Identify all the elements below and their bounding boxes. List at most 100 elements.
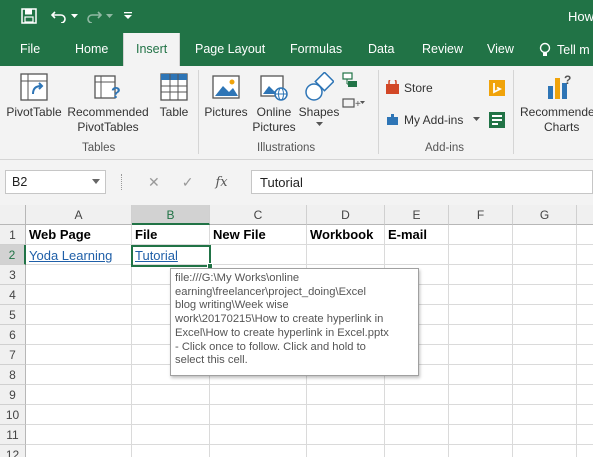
my-addins-label: My Add-ins [404,112,464,127]
insert-function-icon[interactable]: fx [215,175,227,190]
active-cell-border [131,245,211,267]
tell-me-label: Tell m [557,42,590,57]
save-icon[interactable] [18,6,40,26]
group-separator [378,70,379,154]
row-header-6[interactable]: 6 [0,325,26,345]
recommended-pivottables-label-2: PivotTables [77,120,139,134]
row-header-3[interactable]: 3 [0,265,26,285]
pivottable-button[interactable]: PivotTable [4,72,64,120]
row-header-1[interactable]: 1 [0,225,26,245]
redo-dropdown-icon[interactable] [104,6,114,26]
shapes-button[interactable]: Shapes [297,72,341,127]
name-box-dropdown-icon[interactable] [92,179,100,184]
people-graph-icon [489,112,505,128]
tooltip-line: Excel\How to create hyperlink in Excel.p… [175,326,389,339]
pivottable-icon [20,73,48,101]
column-header-h[interactable] [577,205,593,225]
column-header-a[interactable]: A [26,205,132,225]
tab-insert[interactable]: Insert [123,33,181,66]
store-icon [386,80,399,94]
row-header-9[interactable]: 9 [0,385,26,405]
svg-text:+: + [355,99,361,110]
smartart-button[interactable] [342,72,358,88]
cell-e1[interactable]: E-mail [385,225,427,245]
column-header-d[interactable]: D [307,205,385,225]
pictures-button[interactable]: Pictures [202,72,250,120]
addins-group-label: Add-ins [425,142,464,154]
name-box[interactable]: B2 [5,170,106,194]
gridline [512,225,513,457]
bing-icon [489,80,505,96]
row-header-10[interactable]: 10 [0,405,26,425]
recommended-charts-button[interactable]: ? Recommende Charts [518,72,593,135]
formula-bar-grip[interactable] [121,174,123,190]
svg-text:?: ? [564,73,571,87]
row-header-5[interactable]: 5 [0,305,26,325]
lightbulb-icon [539,42,551,56]
redo-icon[interactable] [85,6,103,26]
customize-qat-icon[interactable] [122,6,134,26]
gridline [26,404,593,405]
online-pictures-button[interactable]: Online Pictures [251,72,297,135]
tab-file[interactable]: File [18,33,42,66]
cell-a2-hyperlink[interactable]: Yoda Learning [26,246,112,266]
online-pictures-label-1: Online [256,105,292,119]
my-addins-button[interactable]: My Add-ins [385,112,481,127]
recommended-charts-label-1: Recommende [520,105,593,119]
bing-maps-button[interactable] [489,80,505,96]
row-header-11[interactable]: 11 [0,425,26,445]
tab-view[interactable]: View [485,33,516,66]
tooltip-line: earning\freelancer\project_doing\Excel [175,285,366,298]
cancel-icon[interactable]: ✕ [148,174,160,191]
column-header-b[interactable]: B [132,205,210,225]
table-icon [160,73,188,101]
ribbon-insert: PivotTable ? Recommended PivotTables Tab… [0,66,593,160]
column-header-f[interactable]: F [449,205,513,225]
row-header-2[interactable]: 2 [0,245,26,265]
column-header-g[interactable]: G [513,205,577,225]
row-header-8[interactable]: 8 [0,365,26,385]
online-pictures-icon [260,75,288,101]
gridline [26,384,593,385]
formula-input[interactable]: Tutorial [251,170,593,194]
select-all-corner[interactable] [0,205,26,225]
undo-icon[interactable] [50,6,68,26]
cell-d1[interactable]: Workbook [307,225,373,245]
group-separator [198,70,199,154]
hyperlink-tooltip: file:///G:\My Works\online earning\freel… [170,268,419,376]
screenshot-icon: + [342,98,365,110]
recommended-charts-label-2: Charts [544,120,580,134]
tab-data[interactable]: Data [366,33,396,66]
recommended-pivottables-icon: ? [94,75,121,102]
tab-formulas[interactable]: Formulas [288,33,344,66]
column-header-c[interactable]: C [210,205,307,225]
group-separator [513,70,514,154]
cell-a1[interactable]: Web Page [26,225,91,245]
cell-c1[interactable]: New File [210,225,266,245]
table-button[interactable]: Table [152,72,196,120]
cell-b1[interactable]: File [132,225,157,245]
row-header-12[interactable]: 12 [0,445,26,457]
online-pictures-label-2: Pictures [252,120,296,134]
pictures-icon [212,75,240,99]
pivottable-label: PivotTable [6,105,62,119]
ribbon-tabs: File Home Insert Page Layout Formulas Da… [0,33,593,66]
screenshot-button[interactable]: + [342,96,366,110]
tab-home[interactable]: Home [73,33,110,66]
recommended-pivottables-button[interactable]: ? Recommended PivotTables [66,72,150,135]
row-header-7[interactable]: 7 [0,345,26,365]
tab-page-layout[interactable]: Page Layout [193,33,267,66]
column-header-e[interactable]: E [385,205,449,225]
tooltip-line: select this cell. [175,354,248,367]
gridline [576,225,577,457]
formula-buttons: ✕ ✓ fx [136,170,246,194]
tab-review[interactable]: Review [420,33,465,66]
store-button[interactable]: Store [385,80,433,95]
people-graph-button[interactable] [489,112,505,128]
row-header-4[interactable]: 4 [0,285,26,305]
tell-me-box[interactable]: Tell m [539,33,590,66]
smartart-icon [342,72,357,87]
undo-dropdown-icon[interactable] [69,6,79,26]
shapes-label: Shapes [298,105,340,119]
enter-icon[interactable]: ✓ [182,174,194,191]
